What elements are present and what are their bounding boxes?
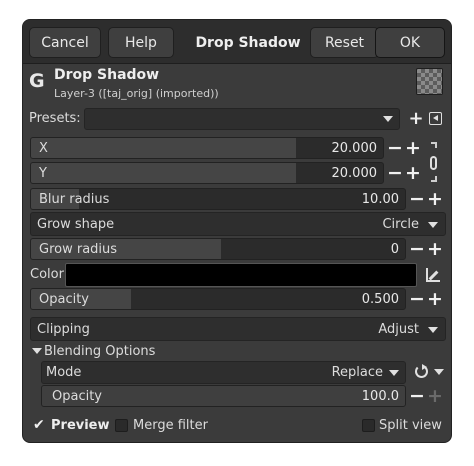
grow-shape-label: Grow shape	[37, 217, 115, 232]
merge-filter-checkbox[interactable]: Merge filter	[115, 417, 215, 435]
y-increment-icon[interactable]: +	[403, 163, 423, 183]
cancel-button[interactable]: Cancel	[29, 27, 101, 58]
opacity-spinscale[interactable]: Opacity 0.500	[30, 288, 406, 310]
drop-shadow-dialog: Cancel Help Drop Shadow Reset OK G Drop …	[22, 19, 452, 443]
y-decrement-icon[interactable]: −	[385, 163, 405, 183]
blur-radius-spinscale[interactable]: Blur radius 10.00	[30, 188, 406, 210]
chain-link-icon[interactable]	[428, 142, 442, 184]
grow-radius-spinscale[interactable]: Grow radius 0	[30, 238, 406, 260]
merge-filter-box	[115, 419, 128, 432]
layer-subtitle: Layer-3 ([taj_orig] (imported))	[54, 87, 219, 100]
grow-shape-combo[interactable]: Grow shape Circle	[30, 212, 446, 236]
chevron-down-icon	[428, 222, 438, 228]
grow-radius-value: 0	[390, 242, 399, 257]
blend-mode-value: Replace	[331, 365, 383, 380]
grow-radius-label: Grow radius	[39, 242, 118, 257]
blur-radius-value: 10.00	[361, 192, 399, 207]
blend-opacity-label: Opacity	[52, 389, 103, 404]
y-offset-label: Y	[39, 166, 47, 181]
reset-button[interactable]: Reset	[310, 27, 379, 58]
y-offset-spinscale[interactable]: Y 20.000	[30, 162, 384, 184]
chevron-down-icon	[389, 370, 399, 376]
merge-filter-label: Merge filter	[133, 418, 208, 433]
ok-button[interactable]: OK	[375, 27, 445, 58]
blur-radius-label: Blur radius	[39, 192, 110, 207]
x-offset-value: 20.000	[331, 141, 378, 156]
checkmark-icon: ✔	[33, 417, 45, 433]
presets-combo[interactable]	[84, 108, 400, 130]
add-preset-icon[interactable]: +	[407, 110, 425, 128]
dialog-header-bar: Cancel Help Drop Shadow Reset OK	[23, 20, 451, 64]
dialog-title: Drop Shadow	[195, 34, 301, 51]
blend-opacity-increment-icon[interactable]: +	[425, 386, 445, 406]
filter-title: Drop Shadow	[54, 67, 160, 83]
y-offset-fill	[31, 163, 296, 183]
chevron-down-icon	[383, 116, 393, 122]
clipping-label: Clipping	[37, 322, 90, 337]
preview-label: Preview	[51, 418, 110, 433]
split-view-checkbox[interactable]: Split view	[362, 417, 447, 435]
color-swatch-button[interactable]	[65, 263, 417, 287]
opacity-increment-icon[interactable]: +	[425, 289, 445, 309]
split-view-label: Split view	[379, 418, 442, 433]
chevron-down-icon	[428, 327, 438, 333]
blending-options-label: Blending Options	[44, 344, 156, 359]
color-picker-icon[interactable]	[423, 265, 443, 285]
opacity-label: Opacity	[39, 292, 90, 307]
x-offset-spinscale[interactable]: X 20.000	[30, 137, 384, 159]
blend-mode-label: Mode	[46, 365, 82, 380]
blur-decrement-icon[interactable]: −	[407, 189, 427, 209]
expander-arrow-icon	[32, 348, 42, 354]
opacity-value: 0.500	[361, 292, 399, 307]
grow-decrement-icon[interactable]: −	[407, 239, 427, 259]
color-label: Color	[30, 267, 64, 282]
x-decrement-icon[interactable]: −	[385, 138, 405, 158]
split-view-box	[362, 419, 375, 432]
x-offset-label: X	[39, 141, 48, 156]
blending-options-expander[interactable]: Blending Options	[30, 343, 230, 361]
blend-mode-combo[interactable]: Mode Replace	[41, 361, 406, 384]
blend-opacity-spinscale[interactable]: Opacity 100.0	[41, 385, 406, 407]
grow-shape-value: Circle	[382, 217, 419, 232]
gegl-logo-icon: G	[29, 70, 45, 92]
clipping-value: Adjust	[378, 322, 419, 337]
composite-mode-icon[interactable]	[413, 363, 447, 381]
blur-increment-icon[interactable]: +	[425, 189, 445, 209]
blend-opacity-decrement-icon[interactable]: −	[407, 386, 427, 406]
help-button[interactable]: Help	[108, 27, 174, 58]
presets-label: Presets:	[29, 111, 81, 126]
x-offset-fill	[31, 138, 296, 158]
preset-menu-icon[interactable]	[429, 112, 442, 125]
y-offset-value: 20.000	[331, 166, 378, 181]
clipping-combo[interactable]: Clipping Adjust	[30, 317, 446, 341]
opacity-decrement-icon[interactable]: −	[407, 289, 427, 309]
layer-preview-thumbnail	[416, 68, 443, 95]
blend-opacity-value: 100.0	[361, 389, 399, 404]
grow-increment-icon[interactable]: +	[425, 239, 445, 259]
preview-checkbox[interactable]: ✔ Preview	[33, 417, 113, 435]
x-increment-icon[interactable]: +	[403, 138, 423, 158]
